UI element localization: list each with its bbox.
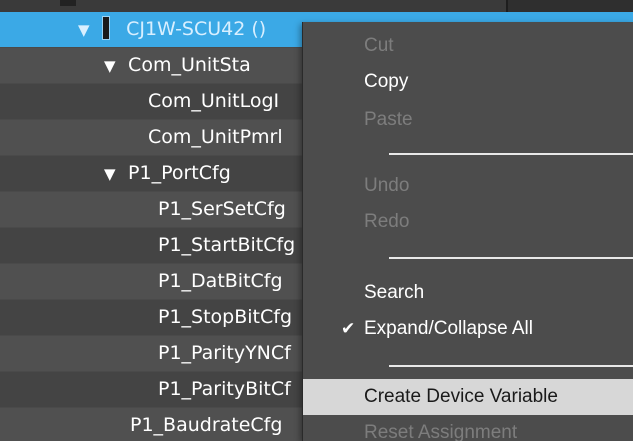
menu-separator — [389, 257, 633, 259]
tree-row-label: P1_StartBitCfg — [158, 234, 296, 256]
tree-row-label: P1_DatBitCfg — [158, 270, 283, 292]
tree-row-label: P1_ParityBitCf — [158, 378, 291, 400]
menu-separator — [389, 153, 633, 155]
tree-row-label: P1_ParityYNCf — [158, 342, 291, 364]
scroll-nub — [60, 0, 76, 6]
collapse-arrow-icon[interactable]: ▼ — [78, 13, 96, 48]
tree-row-label: P1_BaudrateCfg — [130, 414, 283, 436]
menu-item-search[interactable]: Search — [303, 275, 633, 311]
menu-item-paste[interactable]: Paste — [303, 102, 633, 138]
device-icon — [102, 16, 111, 40]
context-menu: Cut Copy Paste Undo Redo Search ✔ Expand… — [302, 22, 633, 441]
menu-item-undo[interactable]: Undo — [303, 168, 633, 204]
tree-row-label: Com_UnitLogI — [148, 90, 280, 112]
tree-row-label: CJ1W-SCU42 () — [126, 18, 267, 40]
menu-item-redo[interactable]: Redo — [303, 204, 633, 240]
menu-item-expand-collapse-all[interactable]: ✔ Expand/Collapse All — [303, 311, 633, 347]
tree-row-label: P1_SerSetCfg — [158, 198, 286, 220]
menu-item-create-device-variable[interactable]: Create Device Variable — [303, 379, 633, 415]
tree-row-label: P1_PortCfg — [128, 162, 231, 184]
menu-item-label: Expand/Collapse All — [364, 318, 533, 339]
collapse-arrow-icon[interactable]: ▼ — [104, 157, 122, 192]
menu-item-copy[interactable]: Copy — [303, 64, 633, 100]
tree-row-label: Com_UnitSta — [128, 54, 251, 76]
menu-separator — [389, 365, 633, 367]
collapse-arrow-icon[interactable]: ▼ — [104, 49, 122, 84]
tree-row-label: P1_StopBitCfg — [158, 306, 293, 328]
menu-item-cut[interactable]: Cut — [303, 28, 633, 64]
tree-row-label: Com_UnitPmrl — [148, 126, 283, 148]
menu-item-reset-assignment[interactable]: Reset Assignment — [303, 415, 633, 441]
check-icon: ✔ — [341, 319, 356, 338]
